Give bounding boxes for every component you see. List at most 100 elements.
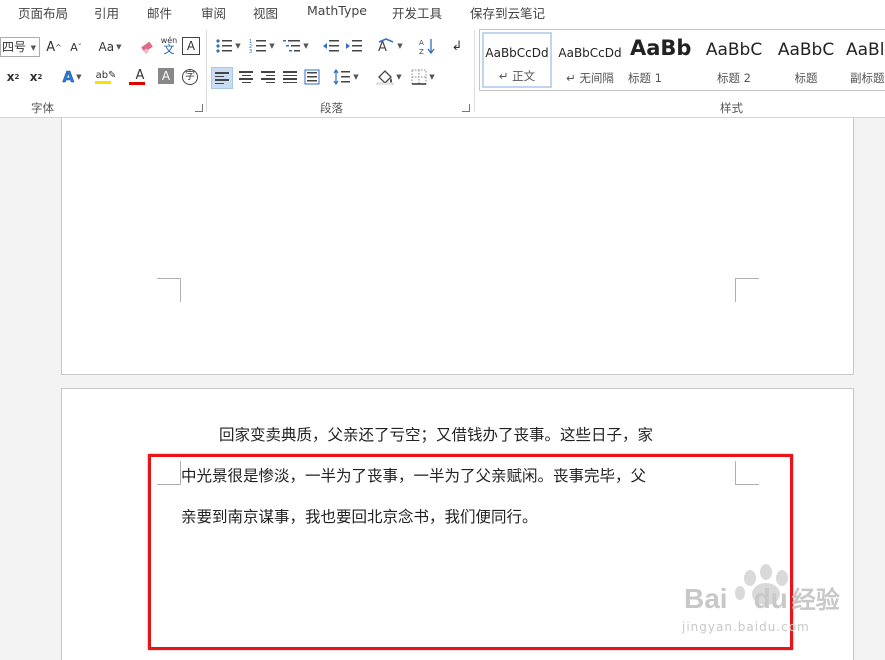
red-highlight-box <box>148 454 793 650</box>
eraser-icon <box>141 41 153 54</box>
svg-text:A: A <box>419 39 424 47</box>
font-dialog-launcher-icon[interactable] <box>195 104 203 112</box>
shaded-a-icon: A <box>161 69 171 83</box>
clear-formatting-button[interactable] <box>138 37 156 57</box>
font-size-dropdown[interactable]: 四号 ▼ <box>0 37 40 57</box>
paragraph-line: 回家变卖典质，父亲还了亏空；又借钱办了丧事。这些日子，家 <box>219 426 654 444</box>
tab-review[interactable]: 审阅 <box>201 3 226 22</box>
align-right-icon <box>261 69 275 85</box>
line-spacing-icon <box>333 69 351 85</box>
font-size-value: 四号 <box>2 40 27 54</box>
show-formatting-marks-button[interactable]: ↲ <box>448 36 466 56</box>
shrink-font-label: A <box>70 40 78 54</box>
align-right-button[interactable] <box>257 67 279 87</box>
chevron-down-icon: ▼ <box>396 73 402 81</box>
group-divider <box>206 30 207 112</box>
margin-corner-mark <box>157 278 181 302</box>
chevron-down-icon: ▼ <box>76 73 82 81</box>
sort-button[interactable]: AZ <box>417 36 437 56</box>
justify-button[interactable] <box>279 67 301 87</box>
chevron-down-icon: ▼ <box>269 42 275 50</box>
tab-save-to-cloud-note[interactable]: 保存到云笔记 <box>470 3 545 22</box>
style-heading-1[interactable]: AaBb 标题 1 <box>628 32 694 88</box>
style-name: 无间隔 <box>579 71 614 85</box>
increase-indent-icon <box>346 40 362 52</box>
change-case-button[interactable]: Aa ▼ <box>94 37 126 57</box>
grow-font-label: A <box>46 39 56 55</box>
highlight-color-bar <box>95 80 111 84</box>
style-preview: AaBbCcDd <box>558 46 622 60</box>
superscript-button[interactable]: x2 <box>27 67 45 87</box>
style-no-spacing[interactable]: AaBbCcDd ↵ 无间隔 <box>554 32 626 88</box>
subscript-button[interactable]: x2 <box>4 67 22 87</box>
style-normal[interactable]: AaBbCcDd ↵ 正文 <box>482 32 552 88</box>
multilevel-list-icon <box>283 40 301 52</box>
styles-group-label: 样式 <box>720 101 743 115</box>
tab-view[interactable]: 视图 <box>253 3 278 22</box>
style-preview: AaBl <box>846 40 885 60</box>
bullets-button[interactable]: ▼ <box>213 36 243 56</box>
svg-text:Z: Z <box>419 48 424 55</box>
wen-char-icon: 文 <box>163 43 175 56</box>
font-color-icon: A <box>135 68 145 83</box>
tab-developer[interactable]: 开发工具 <box>392 3 442 22</box>
enclose-characters-button[interactable]: 字 <box>180 67 200 87</box>
chinese-layout-button[interactable]: A ▼ <box>375 36 405 56</box>
font-color-button[interactable]: A <box>125 67 155 87</box>
styles-gallery: AaBbCcDd ↵ 正文 AaBbCcDd ↵ 无间隔 AaBb 标题 1 A… <box>479 29 885 91</box>
tab-mailings[interactable]: 邮件 <box>147 3 172 22</box>
chinese-layout-icon: A <box>378 38 394 54</box>
style-subtitle[interactable]: AaBl 副标题 <box>844 32 885 88</box>
style-heading-2[interactable]: AaBbC 标题 2 <box>698 32 770 88</box>
character-shading-button[interactable]: A <box>158 68 174 84</box>
tab-page-layout[interactable]: 页面布局 <box>18 3 68 22</box>
text-highlight-button[interactable]: ab✎ <box>91 67 121 87</box>
style-preview: AaBbC <box>777 40 835 60</box>
group-divider <box>474 30 475 112</box>
borders-button[interactable]: ▼ <box>408 67 438 87</box>
style-name-row: ↵ 正文 <box>484 68 550 84</box>
align-left-icon <box>215 70 229 86</box>
chevron-down-icon: ▼ <box>116 43 122 51</box>
numbering-button[interactable]: 1 2 3 ▼ <box>247 36 277 56</box>
tab-mathtype[interactable]: MathType <box>307 3 367 18</box>
chevron-down-icon: ▼ <box>429 73 435 81</box>
chevron-down-icon: ▼ <box>30 44 36 52</box>
change-case-label: Aa <box>98 40 115 54</box>
chevron-down-icon: ▼ <box>397 42 403 50</box>
chevron-down-icon: ▼ <box>353 73 359 81</box>
align-left-button[interactable] <box>211 67 233 89</box>
distributed-button[interactable] <box>301 67 323 87</box>
superscript-label: x <box>29 70 38 84</box>
shading-button[interactable]: ▼ <box>373 67 405 87</box>
text-effects-button[interactable]: A ▼ <box>57 67 87 87</box>
align-center-icon <box>239 69 253 85</box>
justify-icon <box>283 69 297 85</box>
margin-corner-mark <box>735 278 759 302</box>
ribbon-tabs: 页面布局 引用 邮件 审阅 视图 MathType 开发工具 保存到云笔记 <box>0 0 885 22</box>
grow-font-button[interactable]: A ^ <box>46 37 62 57</box>
style-title[interactable]: AaBbC 标题 <box>770 32 842 88</box>
bullet-list-icon <box>216 39 233 53</box>
align-center-button[interactable] <box>235 67 257 87</box>
font-color-bar <box>129 82 145 85</box>
multilevel-list-button[interactable]: ▼ <box>281 36 311 56</box>
character-border-button[interactable]: A <box>182 37 200 55</box>
phonetic-guide-button[interactable]: wén 文 <box>160 35 178 55</box>
shrink-font-button[interactable]: Aˇ <box>68 37 84 57</box>
style-name: 标题 2 <box>717 71 751 85</box>
paragraph-dialog-launcher-icon[interactable] <box>462 104 470 112</box>
subscript-2-icon: 2 <box>14 73 20 81</box>
pilcrow-arrow-icon: ↲ <box>451 38 463 54</box>
page-1[interactable] <box>61 118 854 375</box>
line-spacing-button[interactable]: ▼ <box>331 67 361 87</box>
style-name: 标题 <box>794 71 818 85</box>
increase-indent-button[interactable] <box>344 36 364 56</box>
enclosed-char-icon: 字 <box>182 69 198 85</box>
decrease-indent-icon <box>323 40 339 52</box>
distributed-align-icon <box>304 69 320 85</box>
style-name: 标题 1 <box>628 71 662 85</box>
decrease-indent-button[interactable] <box>321 36 341 56</box>
numbered-list-icon: 123 <box>249 39 267 54</box>
tab-references[interactable]: 引用 <box>94 3 119 22</box>
